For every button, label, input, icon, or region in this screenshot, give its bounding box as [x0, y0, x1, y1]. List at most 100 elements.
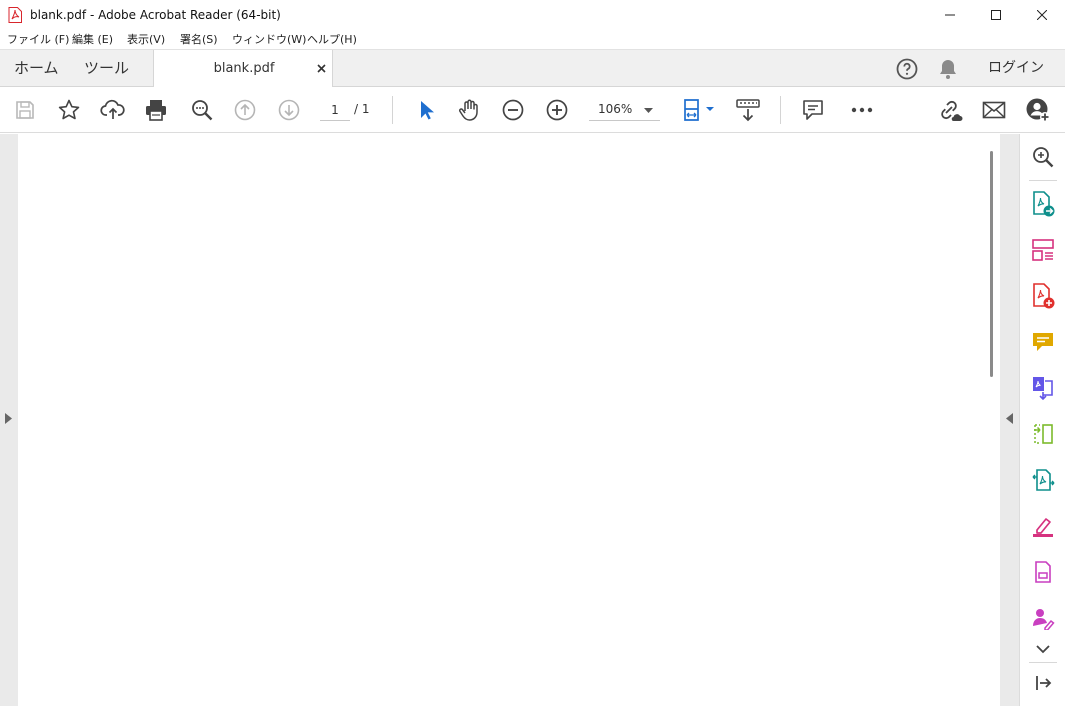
tab-tools[interactable]: ツール — [84, 59, 129, 77]
toolbar: / 1 106% — [0, 87, 1065, 133]
login-link[interactable]: ログイン — [988, 59, 1044, 77]
create-pdf-button[interactable] — [1030, 283, 1056, 309]
previous-page-button[interactable] — [232, 97, 258, 123]
help-icon[interactable] — [895, 57, 919, 81]
organize-pages-icon — [1031, 238, 1055, 262]
user-add-icon — [1025, 97, 1051, 123]
zoom-out-button[interactable] — [500, 97, 526, 123]
document-viewer — [0, 134, 1019, 706]
rail-divider — [1029, 662, 1057, 663]
compress-pdf-button[interactable] — [1030, 421, 1056, 447]
export-pdf-icon — [1031, 191, 1055, 217]
search-icon — [190, 98, 214, 122]
close-tab-icon[interactable] — [313, 60, 329, 76]
zoom-search-icon — [1032, 146, 1054, 168]
left-pane-toggle[interactable] — [0, 134, 18, 706]
maximize-button[interactable] — [973, 0, 1019, 30]
caret-right-icon — [5, 413, 12, 424]
menu-sign[interactable]: 署名(S) — [180, 32, 218, 47]
mail-icon — [982, 100, 1006, 120]
edit-pdf-button[interactable] — [1030, 467, 1056, 493]
bell-icon[interactable] — [937, 57, 959, 81]
menu-view[interactable]: 表示(V) — [127, 32, 165, 47]
collapse-tools-pane-button[interactable] — [1030, 670, 1056, 696]
comment-tool-button[interactable] — [1030, 329, 1056, 355]
menu-file[interactable]: ファイル (F) — [7, 32, 69, 47]
user-sign-icon — [1031, 606, 1055, 630]
chevron-down-icon — [644, 108, 653, 113]
title-bar: blank.pdf - Adobe Acrobat Reader (64-bit… — [0, 0, 1065, 30]
star-icon — [57, 98, 81, 122]
zoom-out-icon — [501, 98, 525, 122]
menu-bar: ファイル (F) 編集 (E) 表示(V) 署名(S) ウィンドウ(W) ヘルプ… — [0, 30, 1065, 50]
collapse-pane-icon — [1034, 674, 1052, 692]
scroll-mode-button[interactable] — [735, 97, 761, 123]
request-signature-button[interactable] — [1030, 605, 1056, 631]
menu-edit[interactable]: 編集 (E) — [72, 32, 113, 47]
keyboard-scroll-icon — [735, 97, 761, 123]
fit-page-icon — [681, 97, 715, 123]
share-people-button[interactable] — [1025, 97, 1051, 123]
page-number-input[interactable] — [320, 99, 350, 121]
comment-button[interactable] — [800, 97, 826, 123]
pdf-page[interactable] — [18, 134, 984, 706]
close-window-button[interactable] — [1019, 0, 1065, 30]
zoom-in-button[interactable] — [544, 97, 570, 123]
vertical-scrollbar[interactable] — [984, 134, 1000, 706]
rail-search-button[interactable] — [1030, 144, 1056, 170]
email-button[interactable] — [981, 97, 1007, 123]
create-pdf-icon — [1031, 283, 1055, 309]
save-button[interactable] — [12, 97, 38, 123]
cloud-upload-icon — [100, 98, 126, 122]
organize-pages-button[interactable] — [1030, 237, 1056, 263]
fill-sign-button[interactable] — [1030, 513, 1056, 539]
minimize-button[interactable] — [927, 0, 973, 30]
share-link-button[interactable] — [937, 97, 963, 123]
combine-files-button[interactable] — [1030, 375, 1056, 401]
menu-help[interactable]: ヘルプ(H) — [307, 32, 357, 47]
print-button[interactable] — [143, 97, 169, 123]
zoom-in-icon — [545, 98, 569, 122]
caret-left-icon — [1006, 413, 1013, 424]
arrow-down-circle-icon — [277, 98, 301, 122]
more-rail-tools-button[interactable] — [1030, 636, 1056, 662]
protect-pdf-button[interactable] — [1030, 559, 1056, 585]
page-total: / 1 — [354, 102, 370, 116]
more-horizontal-icon — [851, 107, 873, 113]
toolbar-divider — [780, 96, 781, 124]
document-form-icon — [1031, 560, 1055, 584]
search-button[interactable] — [189, 97, 215, 123]
tools-pane — [1019, 134, 1065, 706]
page-fit-button[interactable] — [680, 97, 716, 123]
select-tool-button[interactable] — [412, 97, 438, 123]
arrow-up-circle-icon — [233, 98, 257, 122]
zoom-level-value: 106% — [598, 102, 633, 116]
combine-files-icon — [1031, 375, 1055, 401]
window-title: blank.pdf - Adobe Acrobat Reader (64-bit… — [30, 8, 281, 22]
cursor-arrow-icon — [415, 99, 435, 121]
right-pane-toggle[interactable] — [1000, 134, 1019, 706]
comment-icon — [801, 98, 825, 122]
edit-pdf-icon — [1031, 468, 1055, 492]
zoom-level-dropdown[interactable]: 106% — [589, 99, 660, 121]
hand-icon — [457, 98, 481, 122]
close-icon — [1037, 10, 1047, 20]
compress-pdf-icon — [1031, 422, 1055, 446]
upload-cloud-button[interactable] — [100, 97, 126, 123]
bookmark-button[interactable] — [56, 97, 82, 123]
tab-home[interactable]: ホーム — [14, 59, 59, 77]
tab-document[interactable]: blank.pdf — [153, 50, 333, 87]
printer-icon — [144, 98, 168, 122]
maximize-icon — [991, 10, 1001, 20]
next-page-button[interactable] — [276, 97, 302, 123]
scrollbar-thumb[interactable] — [990, 151, 993, 377]
rail-divider — [1029, 180, 1057, 181]
hand-tool-button[interactable] — [456, 97, 482, 123]
pen-sign-icon — [1031, 514, 1055, 538]
comment-yellow-icon — [1031, 330, 1055, 354]
menu-window[interactable]: ウィンドウ(W) — [232, 32, 306, 47]
acrobat-icon — [8, 7, 22, 23]
export-pdf-button[interactable] — [1030, 191, 1056, 217]
more-tools-button[interactable] — [849, 97, 875, 123]
tab-document-label: blank.pdf — [213, 61, 275, 76]
